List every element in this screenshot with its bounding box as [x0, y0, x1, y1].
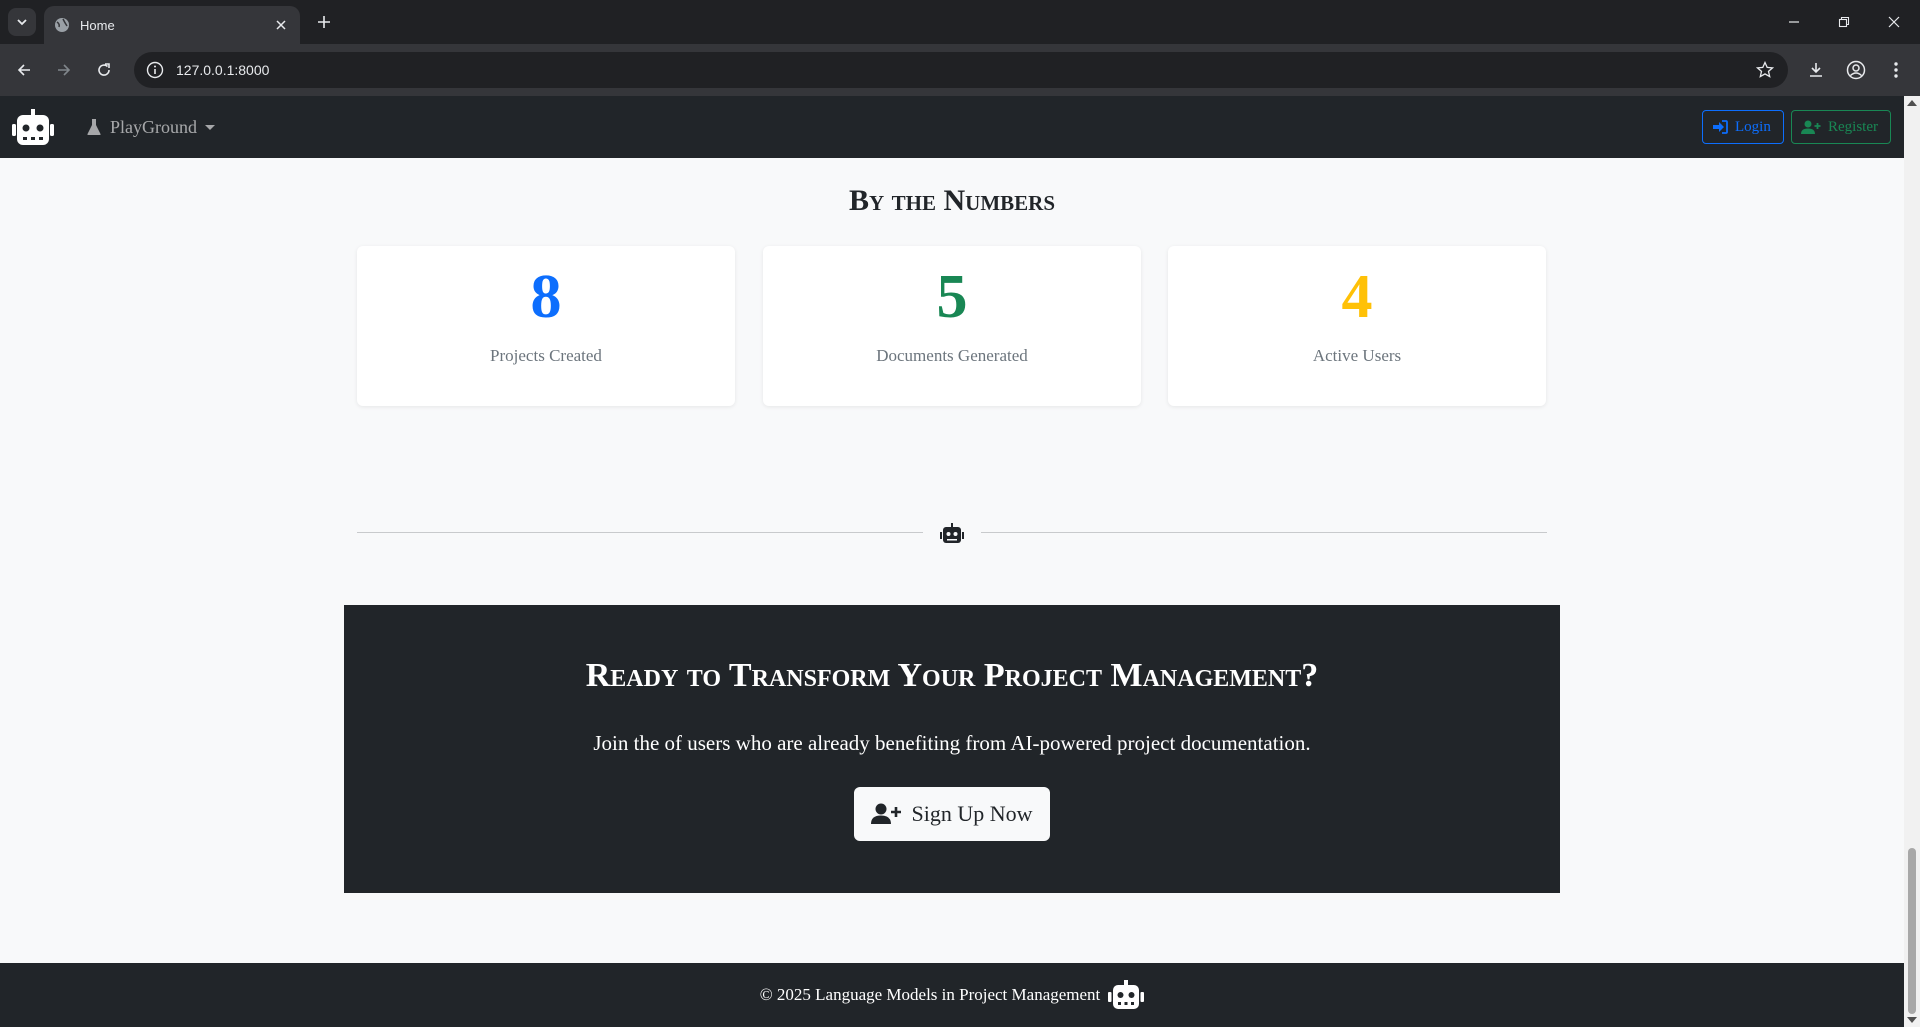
- back-button[interactable]: [10, 56, 38, 84]
- flask-icon: [87, 119, 101, 135]
- reload-icon: [98, 63, 110, 76]
- reload-button[interactable]: [90, 56, 118, 84]
- download-icon: [1810, 63, 1822, 77]
- stat-card-projects: 8 Projects Created: [357, 246, 735, 406]
- robot-icon: [940, 523, 964, 543]
- arrow-left-icon: [17, 64, 30, 76]
- minimize-button[interactable]: [1774, 0, 1814, 44]
- cta-banner: Ready to Transform Your Project Manageme…: [344, 605, 1560, 893]
- close-window-button[interactable]: [1874, 0, 1914, 44]
- site-navbar: PlayGround Login Register: [0, 96, 1904, 158]
- user-plus-icon: [1801, 120, 1821, 134]
- login-label: Login: [1735, 118, 1771, 135]
- register-button[interactable]: Register: [1791, 110, 1891, 144]
- stat-value: 4: [1341, 263, 1373, 331]
- site-footer: © 2025 Language Models in Project Manage…: [0, 963, 1904, 1027]
- bookmark-star-icon[interactable]: [1756, 61, 1774, 79]
- cta-title: Ready to Transform Your Project Manageme…: [585, 657, 1319, 694]
- playground-label: PlayGround: [110, 116, 197, 137]
- stats-section-title: By the Numbers: [848, 184, 1056, 217]
- caret-down-icon: [205, 124, 215, 130]
- stat-label: Projects Created: [490, 346, 602, 365]
- address-bar[interactable]: 127.0.0.1:8000: [134, 52, 1788, 88]
- robot-icon[interactable]: [12, 108, 54, 146]
- sign-up-button[interactable]: Sign Up Now: [854, 787, 1050, 841]
- playground-dropdown[interactable]: PlayGround: [86, 114, 215, 140]
- minimize-icon: [1789, 21, 1799, 23]
- more-vertical-icon: [1894, 62, 1898, 78]
- browser-menu-button[interactable]: [1884, 58, 1908, 82]
- stat-card-documents: 5 Documents Generated: [763, 246, 1141, 406]
- chevron-down-icon: [17, 19, 27, 26]
- stat-value: 8: [530, 263, 562, 331]
- site-info-icon[interactable]: [146, 61, 164, 79]
- sign-in-icon: [1713, 120, 1728, 134]
- robot-icon: [1108, 980, 1145, 1009]
- divider-line-left: [357, 532, 923, 533]
- browser-tab-home[interactable]: Home: [44, 6, 300, 44]
- tab-title: Home: [80, 17, 115, 33]
- page-viewport: PlayGround Login Register By the Numbers…: [0, 96, 1904, 1027]
- forward-button[interactable]: [50, 56, 78, 84]
- browser-toolbar: 127.0.0.1:8000: [0, 44, 1920, 96]
- divider-line-right: [981, 532, 1547, 533]
- user-plus-icon: [871, 803, 902, 824]
- scrollbar-thumb[interactable]: [1908, 848, 1916, 1014]
- stat-label: Documents Generated: [876, 346, 1028, 365]
- account-circle-icon: [1846, 60, 1866, 80]
- stat-card-users: 4 Active Users: [1168, 246, 1546, 406]
- footer-copyright: © 2025 Language Models in Project Manage…: [759, 985, 1101, 1004]
- login-button[interactable]: Login: [1702, 110, 1784, 144]
- scroll-down-arrow-icon[interactable]: [1907, 1017, 1917, 1023]
- url-text: 127.0.0.1:8000: [176, 62, 270, 78]
- plus-icon: [318, 16, 330, 28]
- restore-button[interactable]: [1824, 0, 1864, 44]
- register-label: Register: [1828, 118, 1878, 135]
- stat-value: 5: [936, 263, 968, 331]
- page-scrollbar[interactable]: [1904, 96, 1920, 1027]
- globe-icon: [55, 18, 69, 32]
- browser-tab-strip: Home: [0, 0, 1920, 44]
- sign-up-label: Sign Up Now: [911, 801, 1033, 826]
- restore-icon: [1838, 16, 1850, 28]
- stat-label: Active Users: [1312, 346, 1402, 365]
- profile-button[interactable]: [1844, 58, 1868, 82]
- downloads-button[interactable]: [1804, 58, 1828, 82]
- scroll-up-arrow-icon[interactable]: [1907, 100, 1917, 106]
- cta-text: Join the of users who are already benefi…: [593, 731, 1311, 755]
- new-tab-button[interactable]: [312, 10, 336, 34]
- close-icon: [1888, 16, 1900, 28]
- arrow-right-icon: [58, 64, 71, 76]
- close-tab-icon[interactable]: [272, 16, 290, 34]
- tab-search-button[interactable]: [8, 8, 36, 36]
